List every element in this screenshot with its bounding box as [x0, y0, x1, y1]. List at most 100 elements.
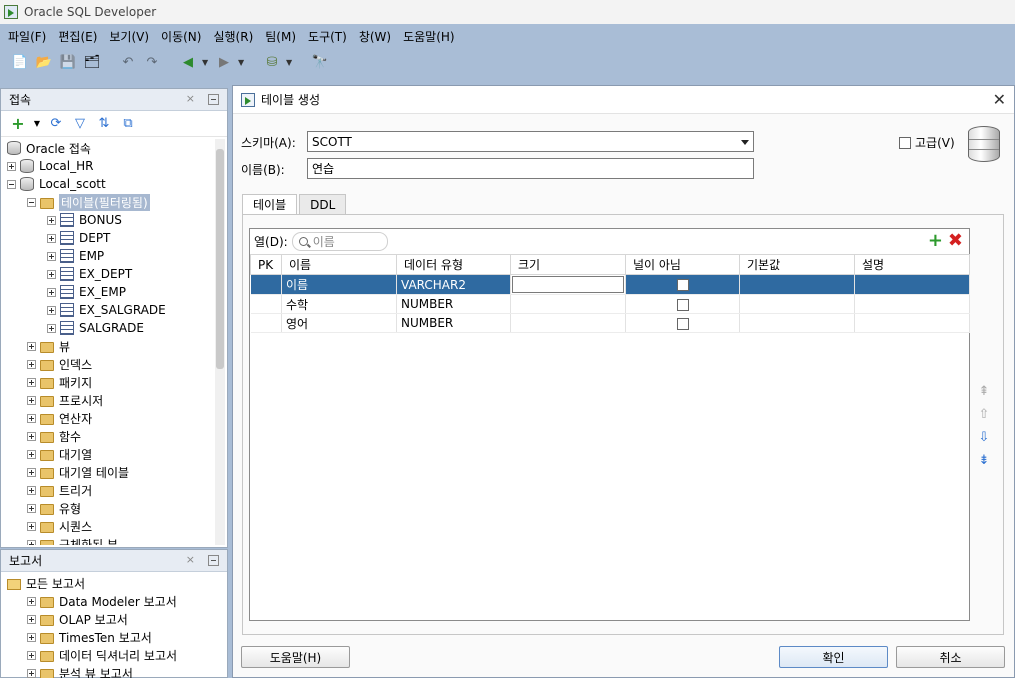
expand-icon[interactable] — [27, 521, 36, 531]
save-all-icon[interactable]: 🗂 — [82, 52, 102, 72]
table-row[interactable]: 영어 NUMBER — [250, 313, 970, 333]
expand-icon[interactable] — [47, 251, 56, 261]
tree-item[interactable]: 패키지 — [27, 373, 92, 391]
size-input[interactable] — [512, 276, 624, 293]
size-cell[interactable] — [510, 313, 626, 333]
default-cell[interactable] — [739, 313, 855, 333]
expand-icon[interactable] — [27, 485, 36, 495]
header-description[interactable]: 설명 — [854, 254, 970, 275]
tree-item[interactable]: 뷰 — [27, 337, 70, 355]
menu-window[interactable]: 창(W) — [353, 28, 397, 45]
move-bottom-icon[interactable]: ⇟ — [976, 452, 992, 468]
sort-icon[interactable]: ⇅ — [95, 115, 113, 133]
tree-item[interactable]: 분석 뷰 보고서 — [27, 664, 133, 678]
expand-icon[interactable] — [27, 395, 36, 405]
expand-icon[interactable] — [27, 449, 36, 459]
tree-item[interactable]: 함수 — [27, 427, 81, 445]
tree-item[interactable]: 프로시저 — [27, 391, 103, 409]
menu-team[interactable]: 팀(M) — [259, 28, 302, 45]
tree-item[interactable]: 대기열 테이블 — [27, 463, 129, 481]
header-default[interactable]: 기본값 — [739, 254, 855, 275]
tab-table[interactable]: 테이블 — [242, 194, 298, 214]
tree-item[interactable]: 트리거 — [27, 481, 92, 499]
back-icon[interactable]: ◀ — [178, 52, 198, 72]
menu-navigate[interactable]: 이동(N) — [155, 28, 207, 45]
ok-button[interactable]: 확인 — [779, 646, 888, 668]
filter-icon[interactable]: ▽ — [71, 115, 89, 133]
not-null-checkbox[interactable] — [676, 317, 689, 330]
expand-icon[interactable] — [27, 377, 36, 387]
header-data-type[interactable]: 데이터 유형 — [396, 254, 511, 275]
advanced-checkbox[interactable]: 고급(V) — [899, 134, 955, 151]
open-icon[interactable]: 📂 — [34, 52, 54, 72]
data-type-cell[interactable]: VARCHAR2 — [396, 274, 511, 295]
tree-item[interactable]: OLAP 보고서 — [27, 610, 128, 628]
pk-cell[interactable] — [250, 274, 282, 295]
close-icon[interactable]: ✕ — [993, 90, 1006, 109]
add-column-icon[interactable]: + — [928, 232, 943, 250]
not-null-checkbox[interactable] — [676, 279, 689, 291]
schema-browser-icon[interactable]: ⧉ — [119, 115, 137, 133]
save-icon[interactable]: 💾 — [58, 52, 78, 72]
table-name-input[interactable]: 연습 — [307, 158, 754, 179]
tree-item[interactable]: 데이터 딕셔너리 보고서 — [27, 646, 177, 664]
binoculars-icon[interactable]: 🔭 — [310, 52, 330, 72]
sql-worksheet-icon[interactable]: ⛁ — [262, 52, 282, 72]
expand-icon[interactable] — [27, 596, 36, 606]
tree-item[interactable]: EMP — [47, 247, 104, 265]
expand-icon[interactable] — [7, 161, 16, 171]
cancel-button[interactable]: 취소 — [896, 646, 1005, 668]
expand-icon[interactable] — [27, 413, 36, 423]
sql-dropdown-icon[interactable]: ▼ — [286, 58, 294, 67]
tree-item[interactable]: Oracle 접속 — [7, 139, 91, 157]
menu-edit[interactable]: 편집(E) — [52, 28, 103, 45]
pk-cell[interactable] — [250, 313, 282, 333]
expand-icon[interactable] — [27, 668, 36, 678]
not-null-cell[interactable] — [625, 313, 740, 333]
pk-cell[interactable] — [250, 294, 282, 314]
expand-icon[interactable] — [47, 215, 56, 225]
expand-icon[interactable] — [27, 467, 36, 477]
expand-icon[interactable] — [47, 323, 56, 333]
not-null-cell[interactable] — [625, 294, 740, 314]
close-icon[interactable]: × — [186, 553, 195, 566]
description-cell[interactable] — [854, 274, 970, 295]
not-null-checkbox[interactable] — [676, 298, 689, 311]
collapse-icon[interactable] — [27, 197, 36, 207]
menu-help[interactable]: 도움말(H) — [397, 28, 461, 45]
delete-column-icon[interactable]: ✖ — [948, 232, 963, 250]
data-type-cell[interactable]: NUMBER — [396, 313, 511, 333]
expand-icon[interactable] — [27, 650, 36, 660]
menu-tools[interactable]: 도구(T) — [302, 28, 353, 45]
add-dropdown-icon[interactable]: ▼ — [33, 115, 41, 133]
tree-item[interactable]: Local_HR — [7, 157, 93, 175]
back-dropdown-icon[interactable]: ▼ — [202, 58, 210, 67]
forward-dropdown-icon[interactable]: ▼ — [238, 58, 246, 67]
tree-item[interactable]: 시퀀스 — [27, 517, 92, 535]
expand-icon[interactable] — [27, 503, 36, 513]
new-icon[interactable]: 📄 — [10, 52, 30, 72]
tab-ddl[interactable]: DDL — [299, 194, 347, 214]
tree-item[interactable]: SALGRADE — [47, 319, 144, 337]
collapse-icon[interactable] — [7, 179, 16, 189]
add-connection-icon[interactable]: + — [9, 114, 27, 133]
header-name[interactable]: 이름 — [281, 254, 397, 275]
table-row[interactable]: 수학 NUMBER — [250, 294, 970, 314]
description-cell[interactable] — [854, 313, 970, 333]
expand-icon[interactable] — [47, 233, 56, 243]
tree-item[interactable]: 연산자 — [27, 409, 92, 427]
expand-icon[interactable] — [47, 287, 56, 297]
name-cell[interactable]: 영어 — [281, 313, 397, 333]
advanced-check-box[interactable] — [899, 136, 911, 149]
connections-scrollbar[interactable] — [215, 139, 225, 545]
description-cell[interactable] — [854, 294, 970, 314]
header-size[interactable]: 크기 — [510, 254, 626, 275]
redo-icon[interactable]: ↷ — [142, 52, 162, 72]
minimize-icon[interactable] — [208, 94, 219, 105]
close-icon[interactable]: × — [186, 92, 195, 105]
schema-select[interactable]: SCOTT — [307, 131, 754, 152]
default-cell[interactable] — [739, 294, 855, 314]
tree-item[interactable]: 구체화된 뷰 — [27, 535, 118, 545]
move-top-icon[interactable]: ⇞ — [976, 383, 992, 399]
move-down-icon[interactable]: ⇩ — [976, 429, 992, 445]
